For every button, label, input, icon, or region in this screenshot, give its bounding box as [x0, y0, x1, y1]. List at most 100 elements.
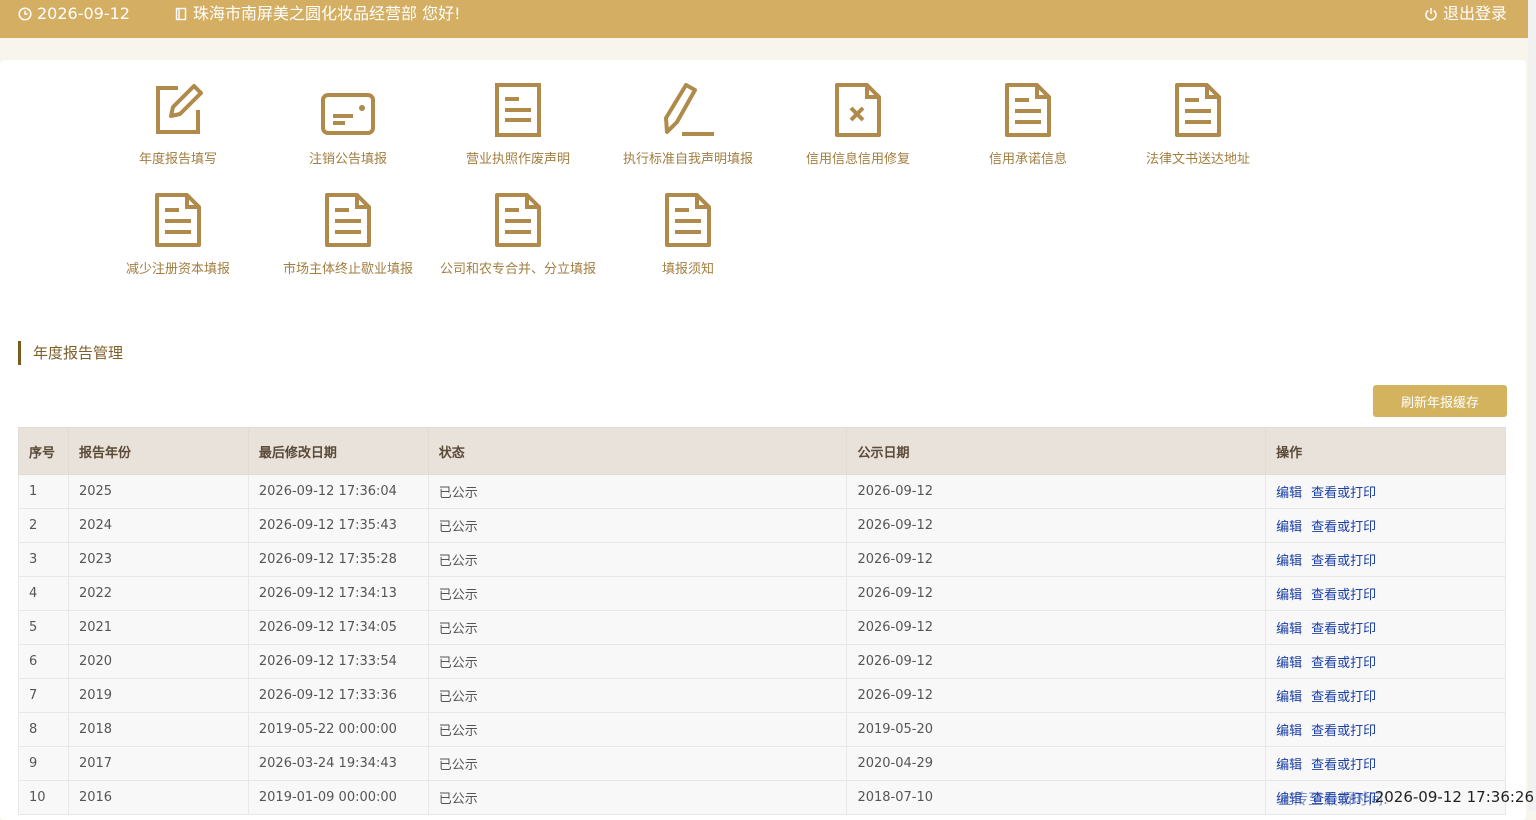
tile-legal-address[interactable]: 法律文书送达地址 — [1113, 80, 1283, 167]
cell-modified: 2026-03-24 19:34:43 — [247, 746, 429, 781]
tile-label[interactable]: 年度报告填写 — [93, 148, 263, 167]
cell-status: 已公示 — [427, 746, 848, 781]
view-print-link[interactable]: 查看或打印 — [1311, 588, 1376, 603]
cell-actions: 编辑 查看或打印 — [1265, 610, 1506, 645]
view-print-link[interactable]: 查看或打印 — [1311, 656, 1376, 671]
edit-link[interactable]: 编辑 — [1276, 690, 1302, 705]
view-print-link[interactable]: 查看或打印 — [1311, 520, 1376, 535]
cell-index: 8 — [18, 712, 69, 747]
table-header-row: 序号 报告年份 最后修改日期 状态 公示日期 操作 — [18, 427, 1506, 475]
table-row: 8 2018 2019-05-22 00:00:00 已公示 2019-05-20 编辑查… — [18, 712, 1506, 747]
edit-link[interactable]: 编辑 — [1276, 588, 1302, 603]
tile-label[interactable]: 法律文书送达地址 — [1113, 148, 1283, 167]
cell-year: 2019 — [67, 678, 249, 713]
tile-label[interactable]: 公司和农专合并、分立填报 — [433, 258, 603, 277]
cell-publish-date: 2026-09-12 — [846, 508, 1267, 543]
cell-year: 2022 — [67, 576, 249, 611]
header-modified: 最后修改日期 — [247, 427, 429, 475]
edit-link[interactable]: 编辑 — [1276, 554, 1302, 569]
tile-license-void[interactable]: 营业执照作废声明 — [433, 80, 603, 167]
cell-index: 7 — [18, 678, 69, 713]
tile-label[interactable]: 市场主体终止歇业填报 — [263, 258, 433, 277]
section-title: 年度报告管理 — [18, 341, 123, 365]
greeting-text: 珠海市南屏美之圆化妆品经营部 您好! — [193, 4, 461, 23]
edit-link[interactable]: 编辑 — [1276, 622, 1302, 637]
table-row: 7 2019 2026-09-12 17:33:36 已公示 2026-09-12 编辑查… — [18, 678, 1506, 713]
clock-icon — [18, 7, 32, 21]
tile-label[interactable]: 注销公告填报 — [263, 148, 433, 167]
document-icon — [495, 193, 541, 247]
tile-label[interactable]: 执行标准自我声明填报 — [603, 148, 773, 167]
cell-actions: 编辑 查看或打印 — [1265, 474, 1506, 509]
edit-link[interactable]: 编辑 — [1276, 486, 1302, 501]
tile-filing-guide[interactable]: 填报须知 — [603, 190, 773, 277]
cell-index: 2 — [18, 508, 69, 543]
document-icon — [495, 83, 541, 137]
cell-modified: 2019-01-09 00:00:00 — [247, 780, 429, 815]
cell-index: 4 — [18, 576, 69, 611]
cell-publish-date: 2026-09-12 — [846, 678, 1267, 713]
cell-status: 已公示 — [427, 542, 848, 577]
edit-link[interactable]: 编辑 — [1276, 656, 1302, 671]
logout-label[interactable]: 退出登录 — [1443, 0, 1507, 28]
view-print-link[interactable]: 查看或打印 — [1311, 724, 1376, 739]
cell-publish-date: 2026-09-12 — [846, 644, 1267, 679]
cell-index: 10 — [18, 780, 69, 815]
cell-status: 已公示 — [427, 474, 848, 509]
cell-index: 5 — [18, 610, 69, 645]
cell-status: 已公示 — [427, 576, 848, 611]
tile-standard-declaration[interactable]: 执行标准自我声明填报 — [603, 80, 773, 167]
refresh-cache-button[interactable]: 刷新年报缓存 — [1373, 385, 1507, 417]
tile-merger-split[interactable]: 公司和农专合并、分立填报 — [433, 190, 603, 277]
view-print-link[interactable]: 查看或打印 — [1311, 758, 1376, 773]
tile-annual-report[interactable]: 年度报告填写 — [93, 80, 263, 167]
cell-modified: 2019-05-22 00:00:00 — [247, 712, 429, 747]
cell-index: 3 — [18, 542, 69, 577]
document-icon — [325, 193, 371, 247]
tile-label[interactable]: 减少注册资本填报 — [93, 258, 263, 277]
logout-link[interactable]: 退出登录 — [1424, 0, 1507, 28]
ghost-overlay-text: 上传至最新时间: — [1278, 790, 1389, 808]
cell-year: 2017 — [67, 746, 249, 781]
cell-status: 已公示 — [427, 508, 848, 543]
cell-actions: 编辑 查看或打印 — [1265, 644, 1506, 679]
card-icon — [175, 7, 187, 21]
tile-credit-commitment[interactable]: 信用承诺信息 — [943, 80, 1113, 167]
cell-year: 2021 — [67, 610, 249, 645]
table-row: 5 2021 2026-09-12 17:34:05 已公示 2026-09-12 编辑查… — [18, 610, 1506, 645]
table-row: 9 2017 2026-03-24 19:34:43 已公示 2020-04-29 编辑查… — [18, 746, 1506, 781]
cell-actions: 编辑 查看或打印 — [1265, 712, 1506, 747]
header-status: 状态 — [427, 427, 848, 475]
current-date: 2026-09-12 — [37, 4, 130, 23]
view-print-link[interactable]: 查看或打印 — [1311, 690, 1376, 705]
view-print-link[interactable]: 查看或打印 — [1311, 622, 1376, 637]
tile-label[interactable]: 信用承诺信息 — [943, 148, 1113, 167]
tile-credit-repair[interactable]: 信用信息信用修复 — [773, 80, 943, 167]
cell-index: 6 — [18, 644, 69, 679]
tile-label[interactable]: 信用信息信用修复 — [773, 148, 943, 167]
view-print-link[interactable]: 查看或打印 — [1311, 554, 1376, 569]
cell-year: 2023 — [67, 542, 249, 577]
document-icon — [1005, 83, 1051, 137]
document-icon — [665, 193, 711, 247]
cell-modified: 2026-09-12 17:34:05 — [247, 610, 429, 645]
cell-publish-date: 2026-09-12 — [846, 542, 1267, 577]
power-icon — [1425, 8, 1437, 21]
date-display: 2026-09-12 — [18, 0, 130, 28]
tile-capital-reduction[interactable]: 减少注册资本填报 — [93, 190, 263, 277]
tile-label[interactable]: 填报须知 — [603, 258, 773, 277]
edit-link[interactable]: 编辑 — [1276, 520, 1302, 535]
cell-publish-date: 2018-07-10 — [846, 780, 1267, 815]
tile-deregistration-notice[interactable]: 注销公告填报 — [263, 80, 433, 167]
edit-link[interactable]: 编辑 — [1276, 758, 1302, 773]
id-card-icon — [321, 93, 375, 135]
cell-status: 已公示 — [427, 644, 848, 679]
cell-publish-date: 2019-05-20 — [846, 712, 1267, 747]
cell-year: 2020 — [67, 644, 249, 679]
view-print-link[interactable]: 查看或打印 — [1311, 486, 1376, 501]
scrollbar-track[interactable] — [1528, 0, 1536, 811]
table-body: 1 2025 2026-09-12 17:36:04 已公示 2026-09-12 编辑查… — [18, 474, 1506, 815]
tile-business-suspension[interactable]: 市场主体终止歇业填报 — [263, 190, 433, 277]
edit-link[interactable]: 编辑 — [1276, 724, 1302, 739]
tile-label[interactable]: 营业执照作废声明 — [433, 148, 603, 167]
